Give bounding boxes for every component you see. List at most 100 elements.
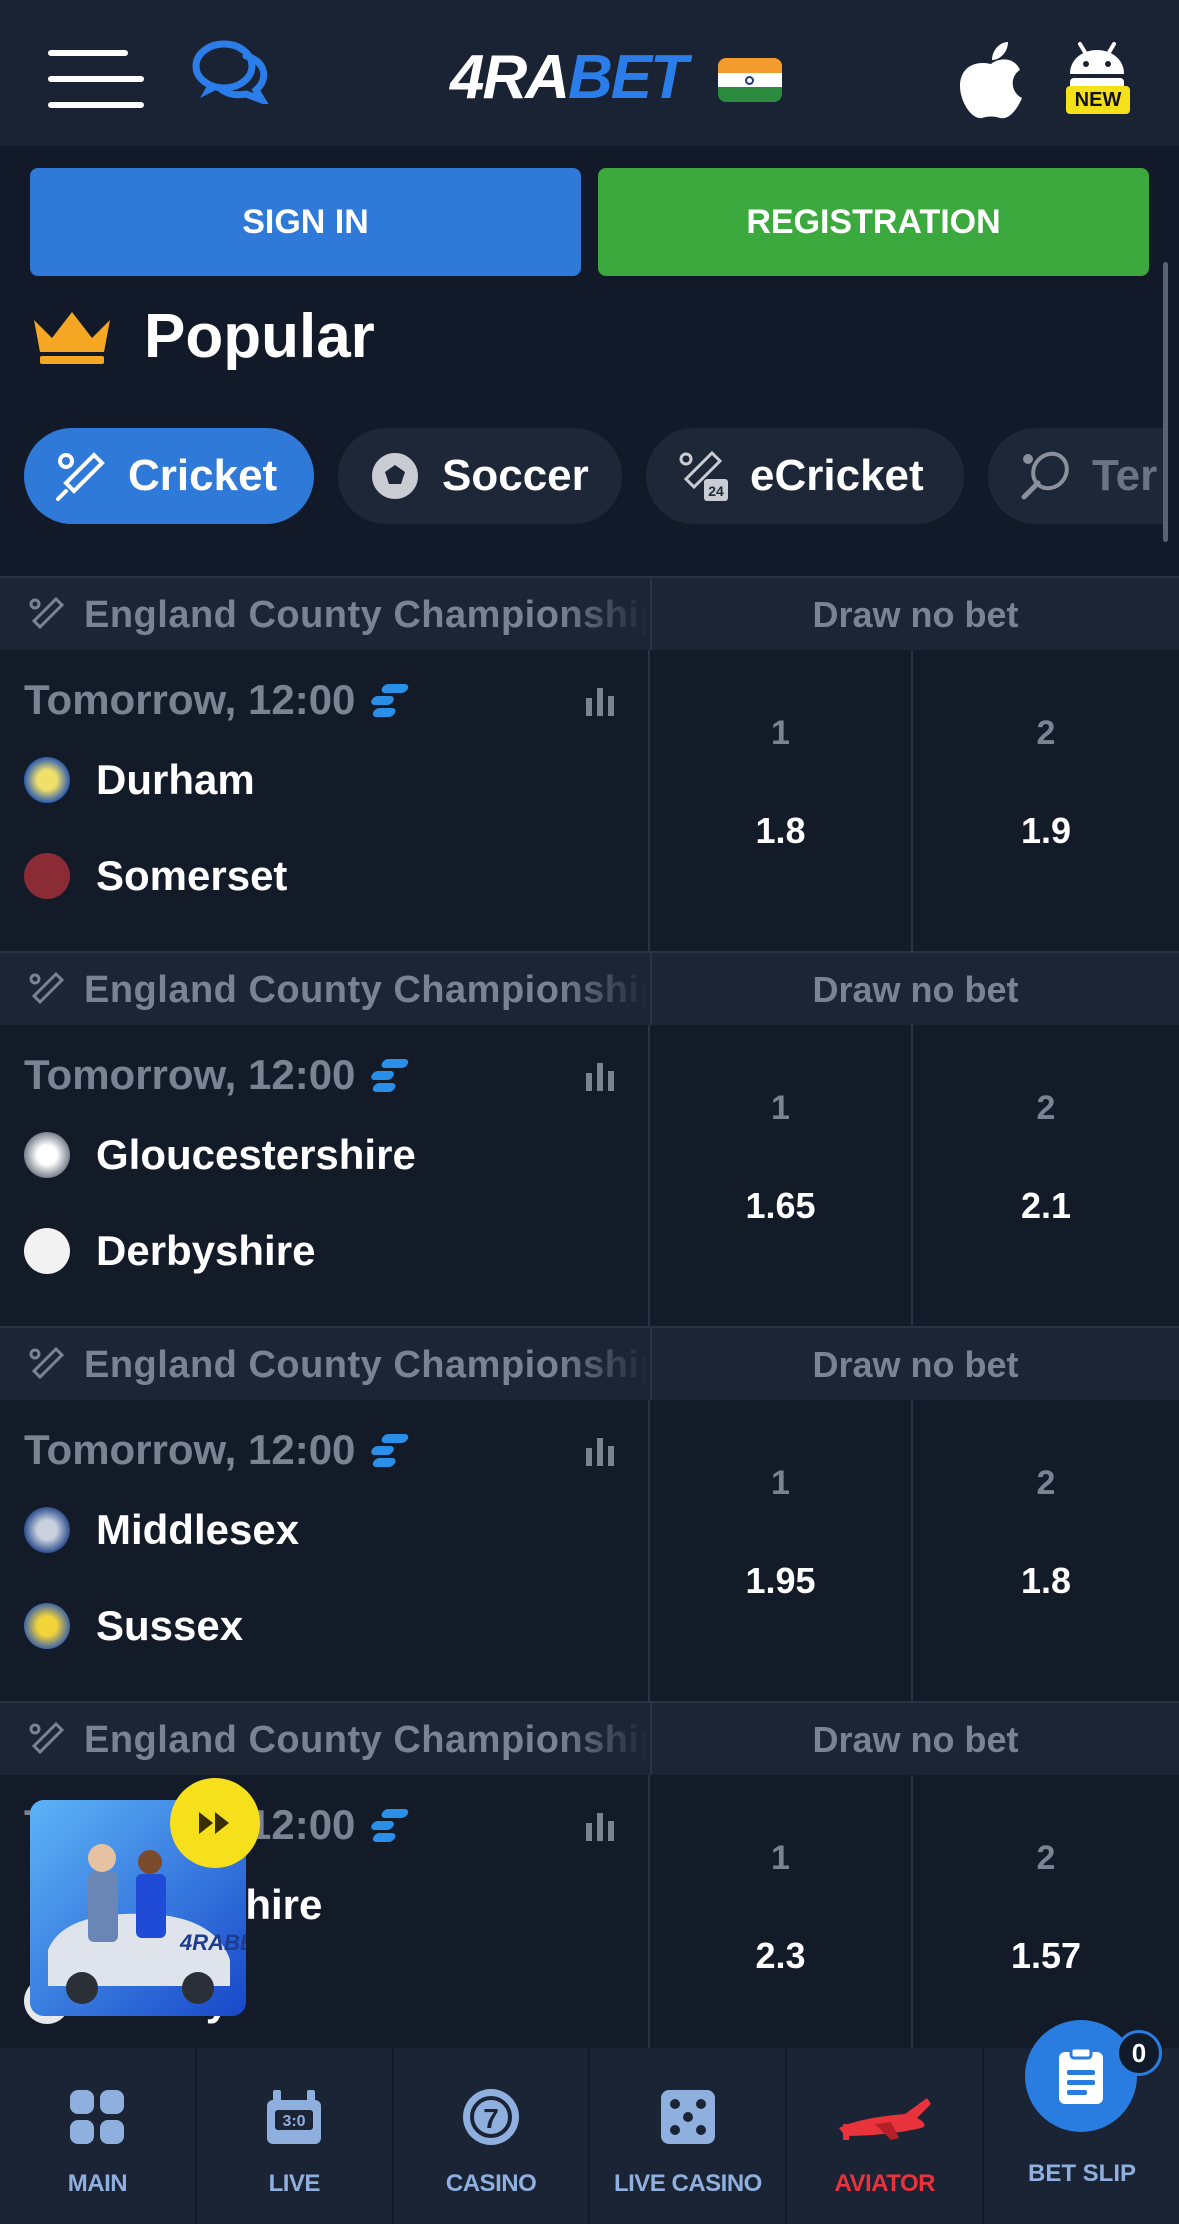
odds-label: 1 bbox=[771, 714, 790, 752]
tab-cricket[interactable]: Cricket bbox=[24, 428, 314, 524]
dice-icon bbox=[660, 2090, 715, 2144]
odds-label: 1 bbox=[771, 1839, 790, 1877]
team-home: Durham bbox=[24, 756, 255, 804]
sign-in-button[interactable]: SIGN IN bbox=[30, 168, 581, 276]
apple-icon[interactable] bbox=[958, 40, 1024, 120]
odds-label: 2 bbox=[1036, 1089, 1056, 1127]
ecricket-icon: 24 bbox=[679, 450, 728, 501]
chat-icon[interactable] bbox=[190, 38, 270, 104]
tab-soccer[interactable]: Soccer bbox=[338, 428, 622, 524]
odds-value: 1.8 bbox=[1020, 1560, 1072, 1601]
odds-label: 2 bbox=[1036, 714, 1056, 752]
tab-ecricket[interactable]: 24 eCricket bbox=[646, 428, 964, 524]
bet-slip-count-badge: 0 bbox=[1116, 2030, 1162, 2076]
team-home: Middlesex bbox=[24, 1506, 299, 1554]
team-name: Gloucestershire bbox=[96, 1131, 416, 1178]
menu-icon[interactable] bbox=[48, 50, 144, 110]
tab-label: eCricket bbox=[750, 451, 924, 500]
match-row[interactable]: Tomorrow, 12:00 Middlesex Sussex 1 1.95 … bbox=[0, 1400, 1179, 1701]
match-card: England County Championship Draw no bet … bbox=[0, 951, 1179, 1326]
league-header[interactable]: England County Championship bbox=[0, 1328, 648, 1402]
airplane-icon bbox=[838, 2098, 931, 2140]
team-logo-icon bbox=[24, 757, 70, 803]
match-time: Tomorrow, 12:00 bbox=[24, 1426, 415, 1474]
nav-label: MAIN bbox=[67, 2170, 128, 2197]
bet-slip-label[interactable]: BET SLIP bbox=[994, 2160, 1170, 2188]
odds-button-1[interactable]: 1 1.95 bbox=[648, 1400, 911, 1701]
odds-button-2[interactable]: 2 2.1 bbox=[911, 1025, 1179, 1326]
svg-text:3:0: 3:0 bbox=[283, 2113, 306, 2130]
nav-main[interactable]: MAIN bbox=[0, 2048, 197, 2224]
league-bar: England County Championship Draw no bet bbox=[0, 576, 1179, 652]
team-name: Middlesex bbox=[96, 1506, 300, 1553]
team-away: Sussex bbox=[24, 1602, 243, 1650]
odds-value: 2.1 bbox=[1020, 1185, 1072, 1226]
live-tv-icon: 3:0 bbox=[267, 2090, 322, 2144]
popular-title: Popular bbox=[144, 301, 375, 371]
tab-tennis[interactable]: Ter bbox=[988, 428, 1163, 524]
cricket-bat-icon bbox=[56, 452, 105, 501]
stats-icon[interactable] bbox=[584, 1061, 616, 1091]
odds-button-2[interactable]: 2 1.8 bbox=[911, 1400, 1179, 1701]
fast-forward-button[interactable] bbox=[170, 1778, 260, 1868]
new-badge: NEW bbox=[1066, 86, 1130, 114]
cricket-bat-icon bbox=[29, 1721, 65, 1755]
bottom-navigation: MAIN 3:0 LIVE 7 CASINO LIVE CASINO AVIAT… bbox=[0, 2048, 1179, 2224]
logo-text-blue: BET bbox=[568, 42, 688, 112]
clipboard-icon bbox=[1059, 2046, 1103, 2104]
market-label: Draw no bet bbox=[650, 578, 1179, 652]
odds-label: 1 bbox=[771, 1089, 790, 1127]
odds-button-2[interactable]: 2 1.9 bbox=[911, 650, 1179, 951]
logo-text-white: 4RA bbox=[450, 42, 570, 112]
cricket-bat-icon bbox=[29, 1346, 65, 1380]
team-logo-icon bbox=[24, 1132, 70, 1178]
svg-text:7: 7 bbox=[483, 2103, 499, 2134]
nav-live-casino[interactable]: LIVE CASINO bbox=[590, 2048, 788, 2224]
team-logo-icon bbox=[24, 1507, 70, 1553]
team-name: Sussex bbox=[96, 1602, 244, 1649]
league-header[interactable]: England County Championship bbox=[0, 953, 648, 1027]
stats-icon[interactable] bbox=[584, 686, 616, 716]
tab-label: Cricket bbox=[128, 451, 278, 500]
popular-section-header: Popular bbox=[30, 296, 375, 376]
tennis-racket-icon bbox=[1021, 451, 1069, 500]
match-row[interactable]: Tomorrow, 12:00 Gloucestershire Derbyshi… bbox=[0, 1025, 1179, 1326]
top-header: 4RA BET NEW bbox=[0, 0, 1179, 146]
league-header[interactable]: England County Championship bbox=[0, 578, 648, 652]
odds-button-1[interactable]: 1 2.3 bbox=[648, 1775, 911, 2076]
stats-icon[interactable] bbox=[584, 1811, 616, 1841]
sport-tabs: Cricket Soccer 24 eCricket Ter bbox=[0, 428, 1163, 528]
market-label: Draw no bet bbox=[650, 1328, 1179, 1402]
scrollbar[interactable] bbox=[1163, 262, 1168, 542]
odds-value: 1.95 bbox=[745, 1560, 816, 1601]
odds-label: 2 bbox=[1036, 1839, 1056, 1877]
registration-button[interactable]: REGISTRATION bbox=[598, 168, 1149, 276]
tab-label: Soccer bbox=[442, 451, 589, 500]
odds-button-1[interactable]: 1 1.65 bbox=[648, 1025, 911, 1326]
nav-live[interactable]: 3:0 LIVE bbox=[197, 2048, 394, 2224]
match-time-text: Tomorrow, 12:00 bbox=[24, 676, 356, 723]
promo-brand: 4RABET bbox=[179, 1930, 246, 1955]
match-time: Tomorrow, 12:00 bbox=[24, 1051, 415, 1099]
stream-icon bbox=[371, 1434, 409, 1467]
odds-button-1[interactable]: 1 1.8 bbox=[648, 650, 911, 951]
nav-label: LIVE CASINO bbox=[613, 2170, 762, 2197]
india-flag-icon[interactable] bbox=[718, 58, 782, 102]
bet-slip-button[interactable] bbox=[1025, 2020, 1137, 2132]
team-name: Derbyshire bbox=[96, 1227, 316, 1274]
league-header[interactable]: England County Championship bbox=[0, 1703, 648, 1777]
team-home: Gloucestershire bbox=[24, 1131, 416, 1179]
nav-label: CASINO bbox=[445, 2170, 537, 2197]
match-row[interactable]: Tomorrow, 12:00 Durham Somerset 1 1.8 2 … bbox=[0, 650, 1179, 951]
league-bar: England County Championship Draw no bet bbox=[0, 1701, 1179, 1777]
odds-value: 1.57 bbox=[1010, 1935, 1082, 1976]
nav-casino[interactable]: 7 CASINO bbox=[394, 2048, 591, 2224]
nav-aviator[interactable]: AVIATOR bbox=[787, 2048, 985, 2224]
odds-label: 1 bbox=[771, 1464, 790, 1502]
brand-logo[interactable]: 4RA BET bbox=[450, 42, 688, 112]
market-label: Draw no bet bbox=[650, 953, 1179, 1027]
soccer-ball-icon bbox=[370, 451, 420, 501]
stats-icon[interactable] bbox=[584, 1436, 616, 1466]
cricket-bat-icon bbox=[29, 971, 65, 1005]
match-card: England County Championship Draw no bet … bbox=[0, 1326, 1179, 1701]
